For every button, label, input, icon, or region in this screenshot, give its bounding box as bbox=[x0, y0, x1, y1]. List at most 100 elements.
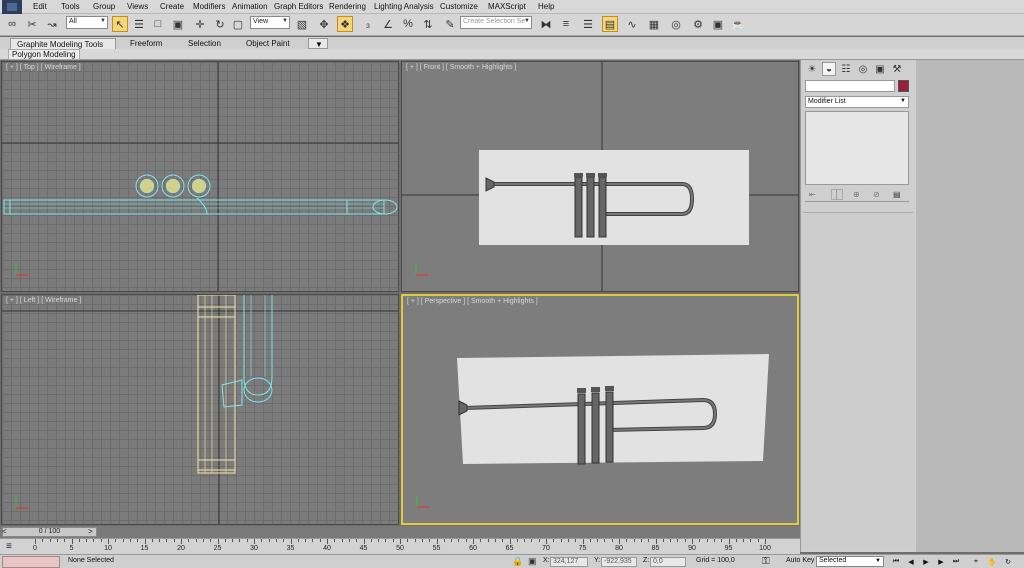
reference-coord-dropdown[interactable]: View ▼ bbox=[250, 16, 290, 29]
percent-snap-icon[interactable]: % bbox=[400, 16, 416, 32]
object-name-field[interactable] bbox=[805, 80, 895, 92]
timeline-tick bbox=[743, 539, 745, 542]
schematic-view-icon[interactable]: ▦ bbox=[646, 16, 662, 32]
select-rotate-icon[interactable]: ↻ bbox=[212, 16, 228, 32]
modifier-stack-list[interactable] bbox=[805, 111, 909, 185]
lock-selection-icon[interactable]: 🔒 bbox=[512, 556, 523, 567]
render-setup-icon[interactable]: ⚙ bbox=[690, 16, 706, 32]
tab-object-paint[interactable]: Object Paint bbox=[240, 38, 296, 49]
graphite-toggle-icon[interactable]: ▤ bbox=[602, 16, 618, 32]
menu-customize[interactable]: Customize bbox=[440, 2, 478, 11]
viewport-front[interactable]: [ + ] [ Front ] [ Smooth + Highlights ] bbox=[401, 61, 799, 292]
menu-edit[interactable]: Edit bbox=[33, 2, 47, 11]
viewport-left[interactable]: [ + ] [ Left ] [ Wireframe ] bbox=[1, 294, 399, 525]
modifier-list-dropdown[interactable]: Modifier List ▼ bbox=[805, 96, 909, 108]
x-coord-field[interactable]: 324,127 bbox=[550, 557, 588, 567]
viewport-perspective[interactable]: [ + ] [ Perspective ] [ Smooth + Highlig… bbox=[401, 294, 799, 525]
manipulate-icon[interactable]: ✥ bbox=[316, 16, 332, 32]
make-unique-icon[interactable]: ⊕ bbox=[853, 190, 860, 199]
menu-graph-editors[interactable]: Graph Editors bbox=[274, 2, 323, 11]
select-move-icon[interactable]: ✛ bbox=[192, 16, 208, 32]
unlink-icon[interactable]: ✂ bbox=[24, 16, 40, 32]
track-bar[interactable]: ≡ 0 5 10 15 20 25 30 35 40 45 50 55 60 65 70 75 80 85 90 95… bbox=[0, 538, 800, 554]
snap-3d-icon[interactable]: ₃ bbox=[360, 16, 376, 32]
bind-spacewarp-icon[interactable]: ↝ bbox=[44, 16, 60, 32]
pin-stack-icon[interactable]: ⇤ bbox=[809, 190, 816, 199]
menu-help[interactable]: Help bbox=[538, 2, 554, 11]
slider-next-icon[interactable]: > bbox=[88, 527, 93, 536]
display-icon[interactable]: ▣ bbox=[873, 62, 887, 76]
angle-snap-icon[interactable]: ∠ bbox=[380, 16, 396, 32]
go-to-start-icon[interactable]: ⏮ bbox=[890, 556, 902, 567]
hierarchy-icon[interactable]: ☷ bbox=[839, 62, 853, 76]
render-production-icon[interactable]: ☕ bbox=[730, 16, 746, 32]
panel-polygon-modeling[interactable]: Polygon Modeling bbox=[8, 49, 80, 60]
material-editor-icon[interactable]: ◎ bbox=[668, 16, 684, 32]
app-logo-icon[interactable] bbox=[2, 0, 22, 14]
configure-sets-icon[interactable]: ▤ bbox=[893, 190, 901, 199]
select-scale-icon[interactable]: ▢ bbox=[230, 16, 246, 32]
tab-graphite-modeling-tools[interactable]: Graphite Modeling Tools bbox=[10, 38, 116, 49]
pivot-icon[interactable]: ▧ bbox=[294, 16, 310, 32]
timeline-tick bbox=[458, 539, 460, 542]
slider-prev-icon[interactable]: < bbox=[2, 527, 7, 536]
timeline-tick bbox=[677, 539, 679, 542]
modify-icon[interactable]: ◒ bbox=[822, 62, 836, 76]
menu-tools[interactable]: Tools bbox=[61, 2, 80, 11]
select-object-icon[interactable]: ↖ bbox=[112, 16, 128, 32]
timeline-tick bbox=[516, 539, 518, 542]
menu-views[interactable]: Views bbox=[127, 2, 148, 11]
spinner-snap-icon[interactable]: ⇅ bbox=[420, 16, 436, 32]
rect-region-icon[interactable]: □ bbox=[150, 16, 166, 32]
menu-animation[interactable]: Animation bbox=[232, 2, 268, 11]
time-slider[interactable]: 0 / 100 bbox=[2, 527, 97, 537]
object-color-swatch[interactable] bbox=[898, 80, 909, 92]
tab-freeform[interactable]: Freeform bbox=[124, 38, 168, 49]
selection-filter-dropdown[interactable]: All ▼ bbox=[66, 16, 108, 29]
y-coord-field[interactable]: -922,935 bbox=[601, 557, 637, 567]
select-by-name-icon[interactable]: ☰ bbox=[131, 16, 147, 32]
mini-curve-editor-icon[interactable]: ≡ bbox=[6, 541, 12, 552]
menu-modifiers[interactable]: Modifiers bbox=[193, 2, 225, 11]
absolute-mode-icon[interactable]: ▣ bbox=[528, 556, 537, 567]
key-filter-dropdown[interactable]: Selected ▼ bbox=[816, 556, 884, 567]
pan-view-icon[interactable]: ✋ bbox=[986, 556, 998, 567]
named-selection-dropdown[interactable]: Create Selection Se ▼ bbox=[460, 16, 532, 29]
zoom-extents-icon[interactable]: ⌖ bbox=[970, 556, 982, 567]
orbit-icon[interactable]: ↻ bbox=[1002, 556, 1014, 567]
auto-key-button[interactable]: Auto Key bbox=[786, 557, 814, 564]
motion-icon[interactable]: ◎ bbox=[856, 62, 870, 76]
edit-named-sel-icon[interactable]: ✎ bbox=[442, 16, 458, 32]
set-key-icon[interactable]: ⚿ bbox=[762, 556, 770, 567]
layer-manager-icon[interactable]: ☰ bbox=[580, 16, 596, 32]
mirror-icon[interactable]: ⧓ bbox=[538, 16, 554, 32]
keyboard-shortcut-icon[interactable]: ❖ bbox=[337, 16, 353, 32]
timeline-tick bbox=[392, 539, 394, 542]
timeline-tick bbox=[261, 539, 263, 542]
menu-group[interactable]: Group bbox=[93, 2, 115, 11]
go-to-end-icon[interactable]: ⏭ bbox=[950, 556, 962, 567]
next-frame-icon[interactable]: ▶ bbox=[935, 556, 947, 567]
menu-lighting-analysis[interactable]: Lighting Analysis bbox=[374, 2, 434, 11]
viewport-top[interactable]: [ + ] [ Top ] [ Wireframe ] bbox=[1, 61, 399, 292]
tab-selection[interactable]: Selection bbox=[182, 38, 227, 49]
timeline-tick bbox=[137, 539, 139, 542]
show-end-result-icon[interactable]: │ bbox=[831, 189, 843, 200]
remove-modifier-icon[interactable]: ⊘ bbox=[873, 190, 880, 199]
menu-maxscript[interactable]: MAXScript bbox=[488, 2, 526, 11]
align-icon[interactable]: ≡ bbox=[558, 16, 574, 32]
play-icon[interactable]: ▶ bbox=[920, 556, 932, 567]
ribbon-options-icon[interactable]: ▼ bbox=[308, 38, 328, 49]
create-icon[interactable]: ☀ bbox=[805, 62, 819, 76]
rendered-frame-icon[interactable]: ▣ bbox=[710, 16, 726, 32]
timeline-tick bbox=[159, 539, 161, 542]
menu-create[interactable]: Create bbox=[160, 2, 184, 11]
link-icon[interactable]: ∞ bbox=[4, 16, 20, 32]
z-coord-field[interactable]: 0,0 bbox=[650, 557, 686, 567]
prev-frame-icon[interactable]: ◀ bbox=[905, 556, 917, 567]
curve-editor-icon[interactable]: ∿ bbox=[624, 16, 640, 32]
window-crossing-icon[interactable]: ▣ bbox=[170, 16, 186, 32]
utilities-icon[interactable]: ⚒ bbox=[890, 62, 904, 76]
maxscript-listener[interactable] bbox=[2, 556, 60, 568]
menu-rendering[interactable]: Rendering bbox=[329, 2, 366, 11]
